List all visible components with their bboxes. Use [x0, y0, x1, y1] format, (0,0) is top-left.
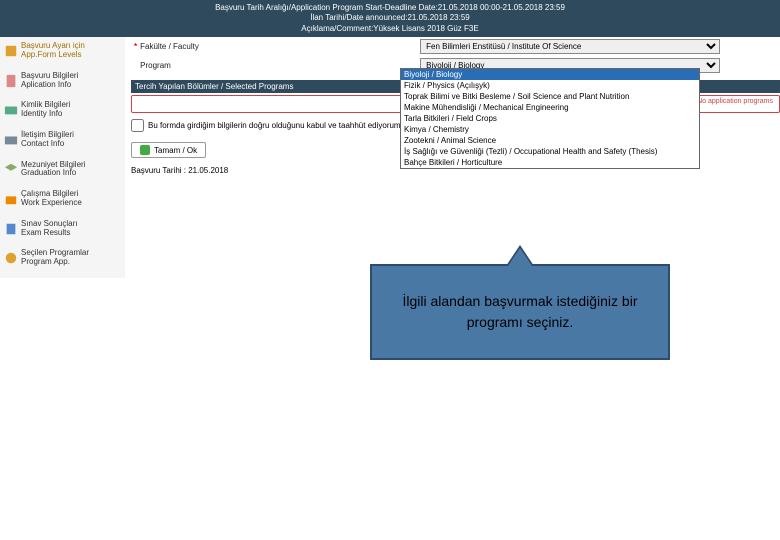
sidebar-item-label: Başvuru BilgileriAplication Info [21, 72, 78, 90]
graduation-icon [4, 162, 18, 176]
sidebar-item-label: İletişim BilgileriContact Info [21, 131, 74, 149]
instruction-callout: İlgili alandan başvurmak istediğiniz bir… [370, 264, 670, 360]
dropdown-option[interactable]: Kimya / Chemistry [401, 124, 699, 135]
sidebar-item-label: Sınav SonuçlarıExam Results [21, 220, 77, 238]
faculty-row: * Fakülte / Faculty Fen Bilimleri Enstit… [131, 37, 780, 56]
check-icon [140, 145, 150, 155]
sidebar-item-label: Çalışma BilgileriWork Experience [21, 190, 82, 208]
sidebar-item-contact-info[interactable]: İletişim BilgileriContact Info [2, 128, 123, 152]
header-line-3: Açıklama/Comment:Yüksek Lisans 2018 Güz … [0, 24, 780, 34]
program-dropdown-listbox[interactable]: Biyoloji / Biology Fizik / Physics (Açıl… [400, 68, 700, 169]
dropdown-option[interactable]: Zootekni / Animal Science [401, 135, 699, 146]
dropdown-option[interactable]: Makine Mühendisliği / Mechanical Enginee… [401, 102, 699, 113]
dropdown-option[interactable]: İş Sağlığı ve Güvenliği (Tezli) / Occupa… [401, 146, 699, 157]
dropdown-option[interactable]: Toprak Bilimi ve Bitki Besleme / Soil Sc… [401, 91, 699, 102]
header-line-1: Başvuru Tarih Aralığı/Application Progra… [0, 3, 780, 13]
sidebar: Başvuru Ayarı içinApp.Form Levels Başvur… [0, 37, 125, 278]
sidebar-item-exam-results[interactable]: Sınav SonuçlarıExam Results [2, 217, 123, 241]
form-icon [4, 44, 18, 58]
program-label: Program [140, 61, 240, 70]
sidebar-item-graduation-info[interactable]: Mezuniyet BilgileriGraduation Info [2, 158, 123, 182]
dropdown-option[interactable]: Biyoloji / Biology [401, 69, 699, 80]
faculty-select[interactable]: Fen Bilimleri Enstitüsü / Institute Of S… [420, 39, 720, 54]
program-icon [4, 251, 18, 265]
briefcase-icon [4, 192, 18, 206]
required-icon: * [134, 42, 137, 51]
ok-button[interactable]: Tamam / Ok [131, 142, 206, 158]
header-band: Başvuru Tarih Aralığı/Application Progra… [0, 0, 780, 37]
document-icon [4, 74, 18, 88]
sidebar-item-label: Mezuniyet BilgileriGraduation Info [21, 161, 85, 179]
id-card-icon [4, 103, 18, 117]
sidebar-item-label: Kimlik BilgileriIdentity Info [21, 101, 70, 119]
declaration-checkbox[interactable] [131, 119, 144, 132]
exam-icon [4, 222, 18, 236]
sidebar-item-form-levels[interactable]: Başvuru Ayarı içinApp.Form Levels [2, 39, 123, 63]
sidebar-item-label: Seçilen ProgramlarProgram App. [21, 249, 89, 267]
faculty-label: Fakülte / Faculty [140, 42, 240, 51]
sidebar-item-application-info[interactable]: Başvuru BilgileriAplication Info [2, 69, 123, 93]
sidebar-item-work-experience[interactable]: Çalışma BilgileriWork Experience [2, 187, 123, 211]
ok-button-label: Tamam / Ok [154, 146, 197, 155]
sidebar-item-label: Başvuru Ayarı içinApp.Form Levels [21, 42, 85, 60]
dropdown-option[interactable]: Bahçe Bitkileri / Horticulture [401, 157, 699, 168]
sidebar-item-program-app[interactable]: Seçilen ProgramlarProgram App. [2, 246, 123, 270]
mail-icon [4, 133, 18, 147]
header-line-2: İlan Tarihi/Date announced:21.05.2018 23… [0, 13, 780, 23]
callout-text: İlgili alandan başvurmak istediğiniz bir… [378, 291, 662, 333]
dropdown-option[interactable]: Fizik / Physics (Açılışyk) [401, 80, 699, 91]
dropdown-option[interactable]: Tarla Bitkileri / Field Crops [401, 113, 699, 124]
sidebar-item-identity-info[interactable]: Kimlik BilgileriIdentity Info [2, 98, 123, 122]
